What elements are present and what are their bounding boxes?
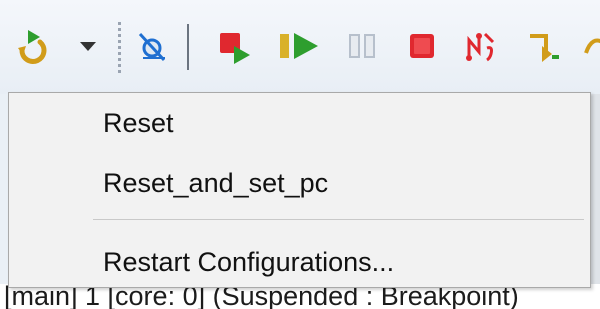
terminate-relaunch-icon <box>214 26 254 66</box>
disconnect-button[interactable] <box>460 0 500 92</box>
skip-breakpoints-icon <box>135 28 169 64</box>
dropdown-arrow-icon <box>78 39 98 53</box>
reset-button[interactable] <box>14 0 52 92</box>
suspend-icon <box>345 31 379 61</box>
menu-item-reset[interactable]: Reset <box>10 95 589 151</box>
debug-toolbar <box>0 0 600 94</box>
terminate-button[interactable] <box>402 0 442 92</box>
step-into-icon <box>524 28 564 64</box>
menu-separator <box>93 219 584 220</box>
terminate-relaunch-button[interactable] <box>214 0 254 92</box>
step-over-icon <box>582 31 600 61</box>
menu-item-reset-and-set-pc[interactable]: Reset_and_set_pc <box>10 155 589 211</box>
toolbar-separator <box>118 22 121 74</box>
toolbar-separator <box>187 24 189 70</box>
skip-breakpoints-button[interactable] <box>134 0 170 92</box>
background-panel-edge <box>591 94 600 284</box>
reset-dropdown-menu: Reset Reset_and_set_pc Restart Configura… <box>8 92 591 288</box>
step-over-button[interactable] <box>582 0 600 92</box>
disconnect-icon <box>463 28 497 64</box>
step-into-button[interactable] <box>522 0 566 92</box>
menu-item-restart-configurations[interactable]: Restart Configurations... <box>10 234 589 290</box>
reset-dropdown-button[interactable] <box>76 0 100 92</box>
suspend-button[interactable] <box>342 0 382 92</box>
resume-button[interactable] <box>274 0 324 92</box>
terminate-icon <box>407 31 437 61</box>
reset-icon <box>14 24 52 68</box>
resume-icon <box>276 31 322 61</box>
